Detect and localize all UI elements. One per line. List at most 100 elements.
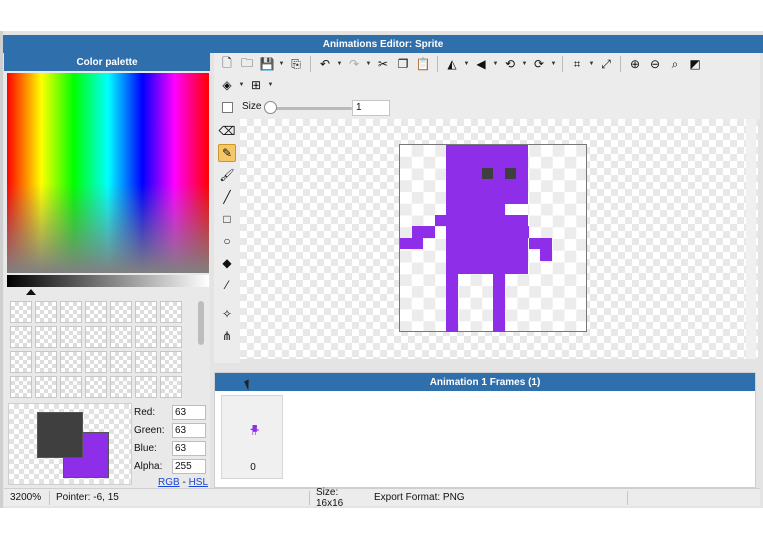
swatch[interactable]	[160, 351, 182, 373]
zoom-out-icon[interactable]: ⊖	[646, 55, 664, 73]
red-input[interactable]: 63	[172, 404, 206, 420]
sprite-arm-left	[412, 226, 435, 238]
color-preview	[8, 403, 132, 485]
swatch[interactable]	[135, 351, 157, 373]
redo-icon[interactable]: ↷	[345, 55, 363, 73]
swatch[interactable]	[60, 376, 82, 398]
chevron-down-icon[interactable]: ▼	[588, 55, 595, 73]
foreground-color-swatch[interactable]	[37, 412, 83, 458]
chevron-down-icon[interactable]: ▼	[492, 55, 499, 73]
chevron-down-icon[interactable]: ▼	[278, 55, 285, 73]
color-mode-links: RGB - HSL	[134, 477, 210, 488]
line-icon[interactable]: ╱	[218, 188, 236, 206]
ellipse-icon[interactable]: ○	[218, 232, 236, 250]
swatch[interactable]	[60, 301, 82, 323]
sprite-canvas[interactable]	[399, 144, 587, 332]
swatch[interactable]	[85, 326, 107, 348]
toolbar-row-1: 🗋 🗀 💾 ▼ ⎘ ↶ ▼ ↷ ▼ ✂ ❐ 📋 ◭ ▼ ◀ ▼ ⟲ ▼ ⟳ ▼ …	[218, 55, 704, 73]
selection-icon[interactable]: ✧	[218, 305, 236, 323]
new-file-icon[interactable]: 🗋	[218, 55, 236, 73]
toolbar-row-2: ◈ ▼ ⊞ ▼	[218, 76, 274, 94]
swatch[interactable]	[35, 301, 57, 323]
swatch[interactable]	[10, 301, 32, 323]
main-toolbar: 🗋 🗀 💾 ▼ ⎘ ↶ ▼ ↷ ▼ ✂ ❐ 📋 ◭ ▼ ◀ ▼ ⟲ ▼ ⟳ ▼ …	[214, 53, 760, 97]
size-slider-track[interactable]	[268, 107, 352, 110]
flip-vertical-icon[interactable]: ◀	[472, 55, 490, 73]
brush-icon[interactable]: 🖌	[218, 166, 236, 184]
alpha-input[interactable]: 255	[172, 458, 206, 474]
fill-bucket-icon[interactable]: ◆	[218, 254, 236, 272]
size-slider-handle[interactable]	[264, 101, 277, 114]
chevron-down-icon[interactable]: ▼	[336, 55, 343, 73]
swatch[interactable]	[110, 376, 132, 398]
save-icon[interactable]: 💾	[258, 55, 276, 73]
sprite-mouth	[511, 204, 528, 215]
swatch[interactable]	[135, 376, 157, 398]
size-input[interactable]: 1	[352, 100, 390, 116]
swatch[interactable]	[110, 301, 132, 323]
chevron-down-icon[interactable]: ▼	[238, 76, 245, 94]
hsl-link[interactable]: HSL	[189, 477, 208, 488]
crop-icon[interactable]: ⌗	[568, 55, 586, 73]
green-input[interactable]: 63	[172, 422, 206, 438]
node-edit-icon[interactable]: ⋔	[218, 327, 236, 345]
sprite-arm-right	[540, 249, 552, 261]
color-fields: Red: 63 Green: 63 Blue: 63 Alpha: 255 RG…	[134, 403, 210, 488]
grid-icon[interactable]: ⊞	[247, 76, 265, 94]
swatch[interactable]	[110, 326, 132, 348]
frame-thumbnail[interactable]: 0	[221, 395, 283, 479]
flip-horizontal-icon[interactable]: ◭	[443, 55, 461, 73]
swatch[interactable]	[160, 301, 182, 323]
swatch[interactable]	[10, 351, 32, 373]
swatch[interactable]	[160, 326, 182, 348]
paste-icon[interactable]: 📋	[414, 55, 432, 73]
cut-icon[interactable]: ✂	[374, 55, 392, 73]
sprite-eye-right	[505, 168, 516, 179]
chevron-down-icon[interactable]: ▼	[365, 55, 372, 73]
undo-icon[interactable]: ↶	[316, 55, 334, 73]
chevron-down-icon[interactable]: ▼	[550, 55, 557, 73]
chevron-down-icon[interactable]: ▼	[521, 55, 528, 73]
swatch[interactable]	[85, 376, 107, 398]
rotate-left-icon[interactable]: ⟲	[501, 55, 519, 73]
sprite-arm-right	[529, 238, 552, 249]
size-checkbox[interactable]	[222, 102, 233, 113]
swatch[interactable]	[85, 301, 107, 323]
blue-input[interactable]: 63	[172, 440, 206, 456]
swatch[interactable]	[60, 351, 82, 373]
blue-label: Blue:	[134, 442, 157, 454]
grayscale-strip[interactable]	[7, 275, 209, 287]
resize-icon[interactable]: ⤢	[597, 55, 615, 73]
rectangle-icon[interactable]: □	[218, 210, 236, 228]
swatch[interactable]	[160, 376, 182, 398]
fill-canvas-icon[interactable]: ◩	[686, 55, 704, 73]
chevron-down-icon[interactable]: ▼	[267, 76, 274, 94]
swatch-scrollbar[interactable]	[198, 301, 204, 345]
canvas-scrollbar[interactable]	[746, 119, 756, 359]
swatch[interactable]	[85, 351, 107, 373]
swatch[interactable]	[135, 301, 157, 323]
rgb-link[interactable]: RGB	[158, 477, 180, 488]
swatch[interactable]	[35, 376, 57, 398]
eraser-icon[interactable]: ⌫	[218, 122, 236, 140]
layers-icon[interactable]: ◈	[218, 76, 236, 94]
swatch[interactable]	[10, 326, 32, 348]
swatch[interactable]	[110, 351, 132, 373]
swatch[interactable]	[135, 326, 157, 348]
open-folder-icon[interactable]: 🗀	[238, 55, 256, 73]
zoom-in-icon[interactable]: ⊕	[626, 55, 644, 73]
rotate-right-icon[interactable]: ⟳	[530, 55, 548, 73]
copy-icon[interactable]: ❐	[394, 55, 412, 73]
zoom-fit-icon[interactable]: ⌕	[666, 55, 684, 73]
grayscale-marker-icon[interactable]	[26, 289, 36, 295]
swatch[interactable]	[35, 326, 57, 348]
chevron-down-icon[interactable]: ▼	[463, 55, 470, 73]
color-spectrum[interactable]	[7, 73, 209, 273]
pencil-icon[interactable]: ✎	[218, 144, 236, 162]
swatch[interactable]	[10, 376, 32, 398]
swatch[interactable]	[35, 351, 57, 373]
export-icon[interactable]: ⎘	[287, 55, 305, 73]
color-palette-panel: Color palette Red: 63 Green: 63 Blue: 63…	[4, 53, 210, 488]
eyedropper-icon[interactable]: ⁄	[218, 276, 236, 294]
swatch[interactable]	[60, 326, 82, 348]
